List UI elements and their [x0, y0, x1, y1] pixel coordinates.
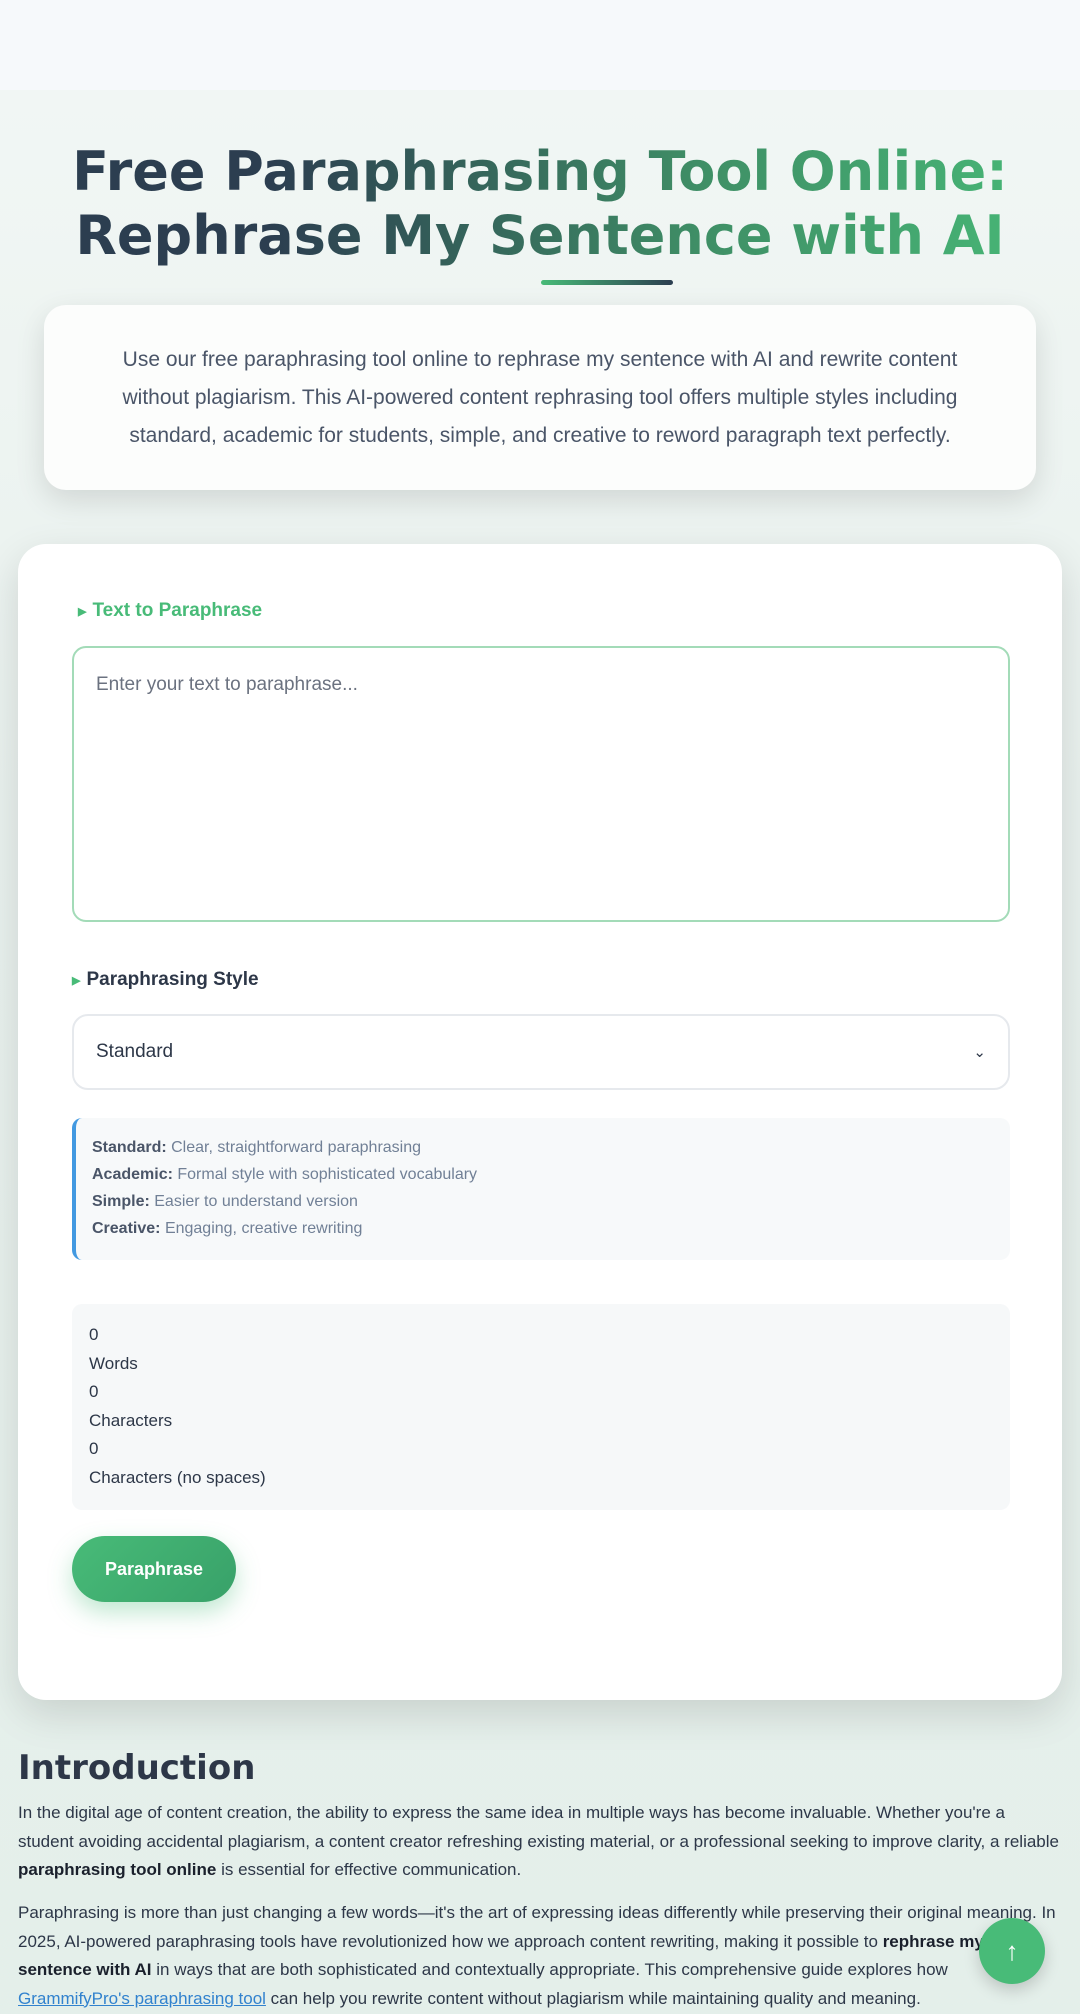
words-label: Words [89, 1353, 138, 1373]
scroll-to-top-button[interactable]: ↑ [979, 1918, 1045, 1984]
style-select-value: Standard [96, 1041, 174, 1062]
chevron-down-icon: ⌄ [973, 1044, 986, 1061]
top-bar [0, 0, 1080, 90]
introduction-heading: Introduction [18, 1748, 256, 1788]
triangle-icon: ▶ [72, 974, 81, 987]
intro-paragraph-1: In the digital age of content creation, … [18, 1803, 1059, 1879]
page-title: Free Paraphrasing Tool Online: Rephrase … [0, 140, 1080, 268]
style-info-item: Simple: Easier to understand version [92, 1193, 358, 1210]
paraphrase-button[interactable]: Paraphrase [72, 1536, 236, 1602]
style-info-item: Standard: Clear, straightforward paraphr… [92, 1139, 422, 1156]
chars-nospace-label: Characters (no spaces) [89, 1467, 266, 1487]
text-label-text: Text to Paraphrase [92, 600, 263, 621]
chars-nospace-count: 0 [89, 1439, 99, 1458]
intro-description: Use our free paraphrasing tool online to… [122, 348, 958, 447]
style-select[interactable]: Standard ⌄ [72, 1014, 1010, 1090]
text-input-placeholder: Enter your text to paraphrase... [96, 674, 358, 695]
intro-card: Use our free paraphrasing tool online to… [44, 305, 1036, 490]
triangle-icon: ▶ [78, 605, 87, 618]
styles-info-box: Standard: Clear, straightforward paraphr… [72, 1118, 1010, 1260]
text-label: ▶ Text to Paraphrase [78, 600, 262, 622]
paraphrase-tool-card: ▶ Text to Paraphrase Enter your text to … [18, 544, 1062, 1700]
style-info-item: Academic: Formal style with sophisticate… [92, 1166, 478, 1183]
title-underline [541, 280, 673, 285]
chars-count: 0 [89, 1382, 99, 1401]
words-count: 0 [89, 1325, 99, 1344]
stats-box: 0 Words 0 Characters 0 Characters (no sp… [72, 1304, 1010, 1510]
style-label-text: Paraphrasing Style [86, 969, 259, 990]
style-info-item: Creative: Engaging, creative rewriting [92, 1220, 363, 1237]
style-label: ▶ Paraphrasing Style [72, 969, 259, 991]
arrow-up-icon: ↑ [1005, 1935, 1019, 1966]
intro-paragraph-2: Paraphrasing is more than just changing … [18, 1903, 1056, 2008]
text-input[interactable]: Enter your text to paraphrase... [72, 646, 1010, 922]
paraphrasing-tool-link[interactable]: GrammifyPro's paraphrasing tool [18, 1989, 266, 2008]
chars-label: Characters [89, 1410, 173, 1430]
